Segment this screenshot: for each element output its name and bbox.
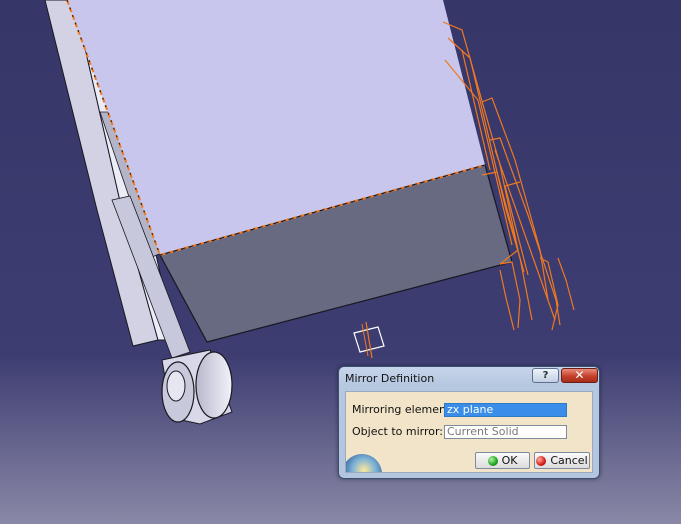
dialog-title: Mirror Definition	[345, 372, 435, 385]
ok-button[interactable]: OK	[475, 452, 530, 469]
cancel-button[interactable]: Cancel	[534, 452, 590, 469]
help-button[interactable]: ?	[532, 368, 559, 383]
mirroring-element-label: Mirroring element:	[352, 403, 454, 416]
close-button[interactable]: ✕	[561, 368, 598, 383]
object-to-mirror-label: Object to mirror:	[352, 425, 444, 438]
hub-part[interactable]	[161, 349, 233, 425]
globe-logo-icon	[346, 454, 382, 472]
dialog-titlebar[interactable]: Mirror Definition ? ✕	[339, 367, 599, 389]
cancel-stop-icon	[536, 455, 547, 466]
ok-check-icon	[487, 455, 498, 466]
mirror-definition-dialog[interactable]: Mirror Definition ? ✕ Mirroring element:…	[338, 366, 600, 479]
dialog-body: Mirroring element: zx plane Object to mi…	[345, 391, 593, 473]
mirroring-element-field[interactable]: zx plane	[444, 403, 567, 417]
object-to-mirror-field[interactable]: Current Solid	[444, 425, 567, 439]
cancel-button-label: Cancel	[550, 454, 588, 467]
ok-button-label: OK	[501, 454, 518, 467]
